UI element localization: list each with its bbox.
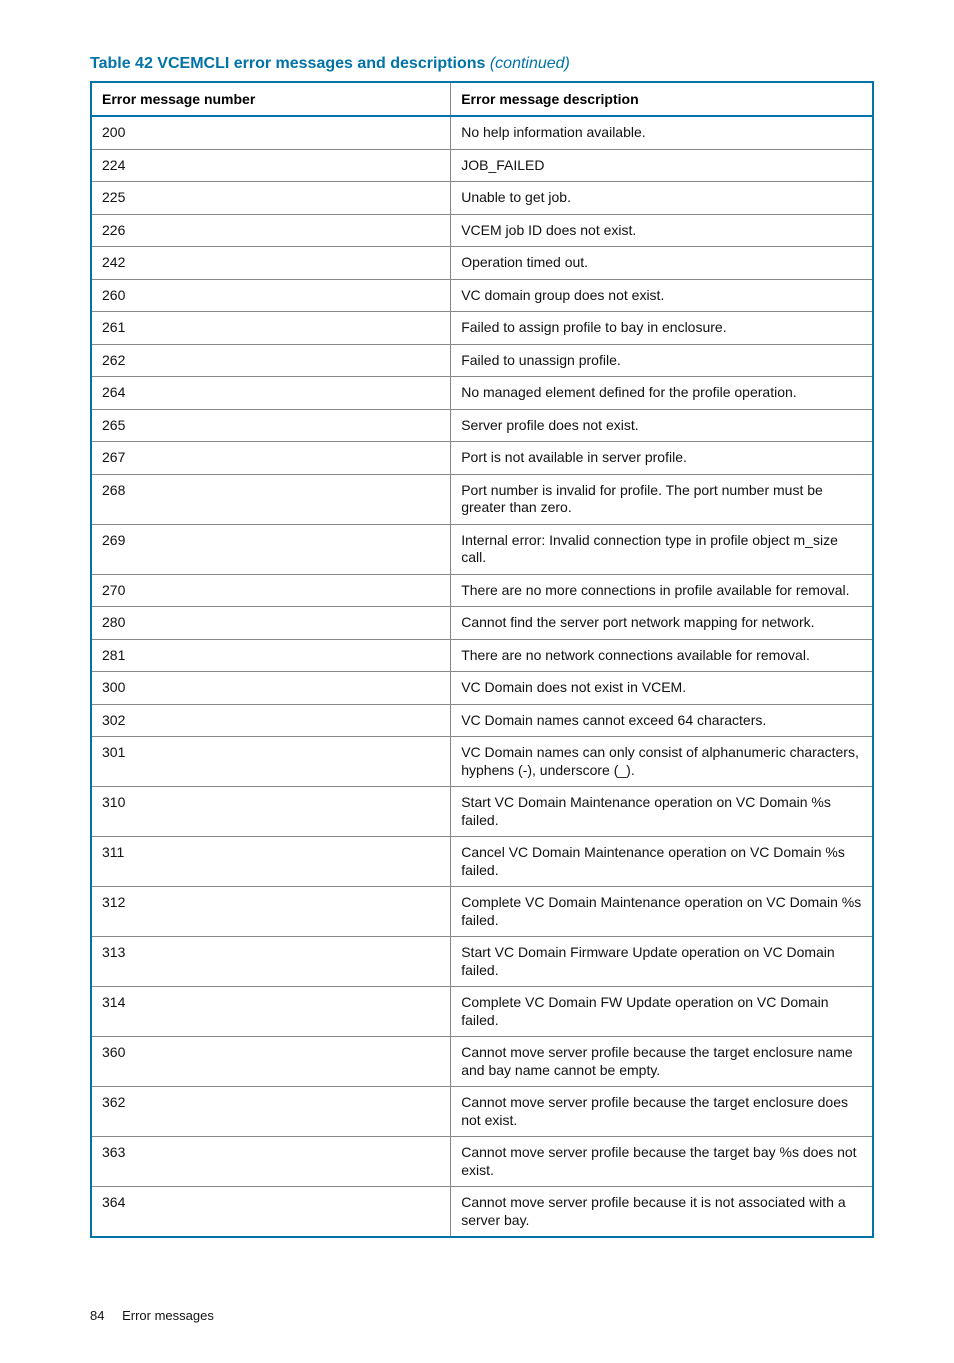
table-row: 280Cannot find the server port network m… bbox=[91, 607, 873, 640]
error-description-cell: Cannot move server profile because the t… bbox=[451, 1137, 873, 1187]
error-number-cell: 301 bbox=[91, 737, 451, 787]
error-number-cell: 313 bbox=[91, 937, 451, 987]
error-description-cell: Internal error: Invalid connection type … bbox=[451, 524, 873, 574]
table-title-continued: (continued) bbox=[485, 55, 570, 72]
table-row: 363Cannot move server profile because th… bbox=[91, 1137, 873, 1187]
error-description-cell: Operation timed out. bbox=[451, 247, 873, 280]
error-description-cell: Port number is invalid for profile. The … bbox=[451, 474, 873, 524]
error-description-cell: There are no more connections in profile… bbox=[451, 574, 873, 607]
table-row: 242Operation timed out. bbox=[91, 247, 873, 280]
error-number-cell: 242 bbox=[91, 247, 451, 280]
error-number-cell: 265 bbox=[91, 409, 451, 442]
error-number-cell: 280 bbox=[91, 607, 451, 640]
error-description-cell: JOB_FAILED bbox=[451, 149, 873, 182]
col-header-description: Error message description bbox=[451, 82, 873, 116]
error-number-cell: 261 bbox=[91, 312, 451, 345]
error-description-cell: Port is not available in server profile. bbox=[451, 442, 873, 475]
table-row: 269Internal error: Invalid connection ty… bbox=[91, 524, 873, 574]
error-number-cell: 311 bbox=[91, 837, 451, 887]
error-number-cell: 264 bbox=[91, 377, 451, 410]
error-description-cell: Start VC Domain Maintenance operation on… bbox=[451, 787, 873, 837]
table-row: 267Port is not available in server profi… bbox=[91, 442, 873, 475]
table-row: 262Failed to unassign profile. bbox=[91, 344, 873, 377]
table-row: 225Unable to get job. bbox=[91, 182, 873, 215]
error-number-cell: 362 bbox=[91, 1087, 451, 1137]
table-row: 260VC domain group does not exist. bbox=[91, 279, 873, 312]
table-row: 314Complete VC Domain FW Update operatio… bbox=[91, 987, 873, 1037]
table-row: 265Server profile does not exist. bbox=[91, 409, 873, 442]
table-title: Table 42 VCEMCLI error messages and desc… bbox=[90, 55, 874, 73]
error-number-cell: 363 bbox=[91, 1137, 451, 1187]
error-description-cell: Failed to assign profile to bay in enclo… bbox=[451, 312, 873, 345]
error-description-cell: Cannot find the server port network mapp… bbox=[451, 607, 873, 640]
table-row: 268Port number is invalid for profile. T… bbox=[91, 474, 873, 524]
error-number-cell: 312 bbox=[91, 887, 451, 937]
error-description-cell: Complete VC Domain FW Update operation o… bbox=[451, 987, 873, 1037]
error-description-cell: Cannot move server profile because the t… bbox=[451, 1087, 873, 1137]
col-header-number: Error message number bbox=[91, 82, 451, 116]
table-row: 270There are no more connections in prof… bbox=[91, 574, 873, 607]
error-description-cell: Unable to get job. bbox=[451, 182, 873, 215]
error-number-cell: 268 bbox=[91, 474, 451, 524]
table-row: 281There are no network connections avai… bbox=[91, 639, 873, 672]
error-description-cell: Server profile does not exist. bbox=[451, 409, 873, 442]
error-number-cell: 262 bbox=[91, 344, 451, 377]
error-description-cell: VC Domain names can only consist of alph… bbox=[451, 737, 873, 787]
error-number-cell: 364 bbox=[91, 1187, 451, 1238]
error-description-cell: VC Domain does not exist in VCEM. bbox=[451, 672, 873, 705]
table-body: 200No help information available.224JOB_… bbox=[91, 116, 873, 1237]
table-row: 226VCEM job ID does not exist. bbox=[91, 214, 873, 247]
page-content: Table 42 VCEMCLI error messages and desc… bbox=[0, 0, 954, 1363]
table-row: 302VC Domain names cannot exceed 64 char… bbox=[91, 704, 873, 737]
error-description-cell: Failed to unassign profile. bbox=[451, 344, 873, 377]
error-description-cell: Cannot move server profile because the t… bbox=[451, 1037, 873, 1087]
table-row: 312Complete VC Domain Maintenance operat… bbox=[91, 887, 873, 937]
error-number-cell: 314 bbox=[91, 987, 451, 1037]
table-header-row: Error message number Error message descr… bbox=[91, 82, 873, 116]
error-number-cell: 267 bbox=[91, 442, 451, 475]
error-description-cell: Cancel VC Domain Maintenance operation o… bbox=[451, 837, 873, 887]
error-number-cell: 269 bbox=[91, 524, 451, 574]
table-row: 261Failed to assign profile to bay in en… bbox=[91, 312, 873, 345]
error-number-cell: 302 bbox=[91, 704, 451, 737]
error-description-cell: VC domain group does not exist. bbox=[451, 279, 873, 312]
error-description-cell: Complete VC Domain Maintenance operation… bbox=[451, 887, 873, 937]
error-number-cell: 281 bbox=[91, 639, 451, 672]
page-footer: 84 Error messages bbox=[90, 1308, 874, 1323]
error-description-cell: Start VC Domain Firmware Update operatio… bbox=[451, 937, 873, 987]
table-row: 264No managed element defined for the pr… bbox=[91, 377, 873, 410]
table-row: 224JOB_FAILED bbox=[91, 149, 873, 182]
error-table: Error message number Error message descr… bbox=[90, 81, 874, 1238]
error-number-cell: 310 bbox=[91, 787, 451, 837]
error-description-cell: No help information available. bbox=[451, 116, 873, 149]
error-number-cell: 360 bbox=[91, 1037, 451, 1087]
table-row: 200No help information available. bbox=[91, 116, 873, 149]
table-row: 300VC Domain does not exist in VCEM. bbox=[91, 672, 873, 705]
page-number: 84 bbox=[90, 1308, 104, 1323]
table-title-main: Table 42 VCEMCLI error messages and desc… bbox=[90, 55, 485, 72]
error-number-cell: 260 bbox=[91, 279, 451, 312]
error-number-cell: 225 bbox=[91, 182, 451, 215]
table-row: 301VC Domain names can only consist of a… bbox=[91, 737, 873, 787]
error-number-cell: 200 bbox=[91, 116, 451, 149]
error-description-cell: There are no network connections availab… bbox=[451, 639, 873, 672]
table-row: 364Cannot move server profile because it… bbox=[91, 1187, 873, 1238]
error-description-cell: VC Domain names cannot exceed 64 charact… bbox=[451, 704, 873, 737]
error-number-cell: 226 bbox=[91, 214, 451, 247]
table-row: 310Start VC Domain Maintenance operation… bbox=[91, 787, 873, 837]
error-description-cell: VCEM job ID does not exist. bbox=[451, 214, 873, 247]
table-row: 311Cancel VC Domain Maintenance operatio… bbox=[91, 837, 873, 887]
table-row: 362Cannot move server profile because th… bbox=[91, 1087, 873, 1137]
table-row: 313Start VC Domain Firmware Update opera… bbox=[91, 937, 873, 987]
error-number-cell: 224 bbox=[91, 149, 451, 182]
error-number-cell: 300 bbox=[91, 672, 451, 705]
table-row: 360Cannot move server profile because th… bbox=[91, 1037, 873, 1087]
error-description-cell: Cannot move server profile because it is… bbox=[451, 1187, 873, 1238]
error-number-cell: 270 bbox=[91, 574, 451, 607]
section-title: Error messages bbox=[122, 1308, 214, 1323]
error-description-cell: No managed element defined for the profi… bbox=[451, 377, 873, 410]
